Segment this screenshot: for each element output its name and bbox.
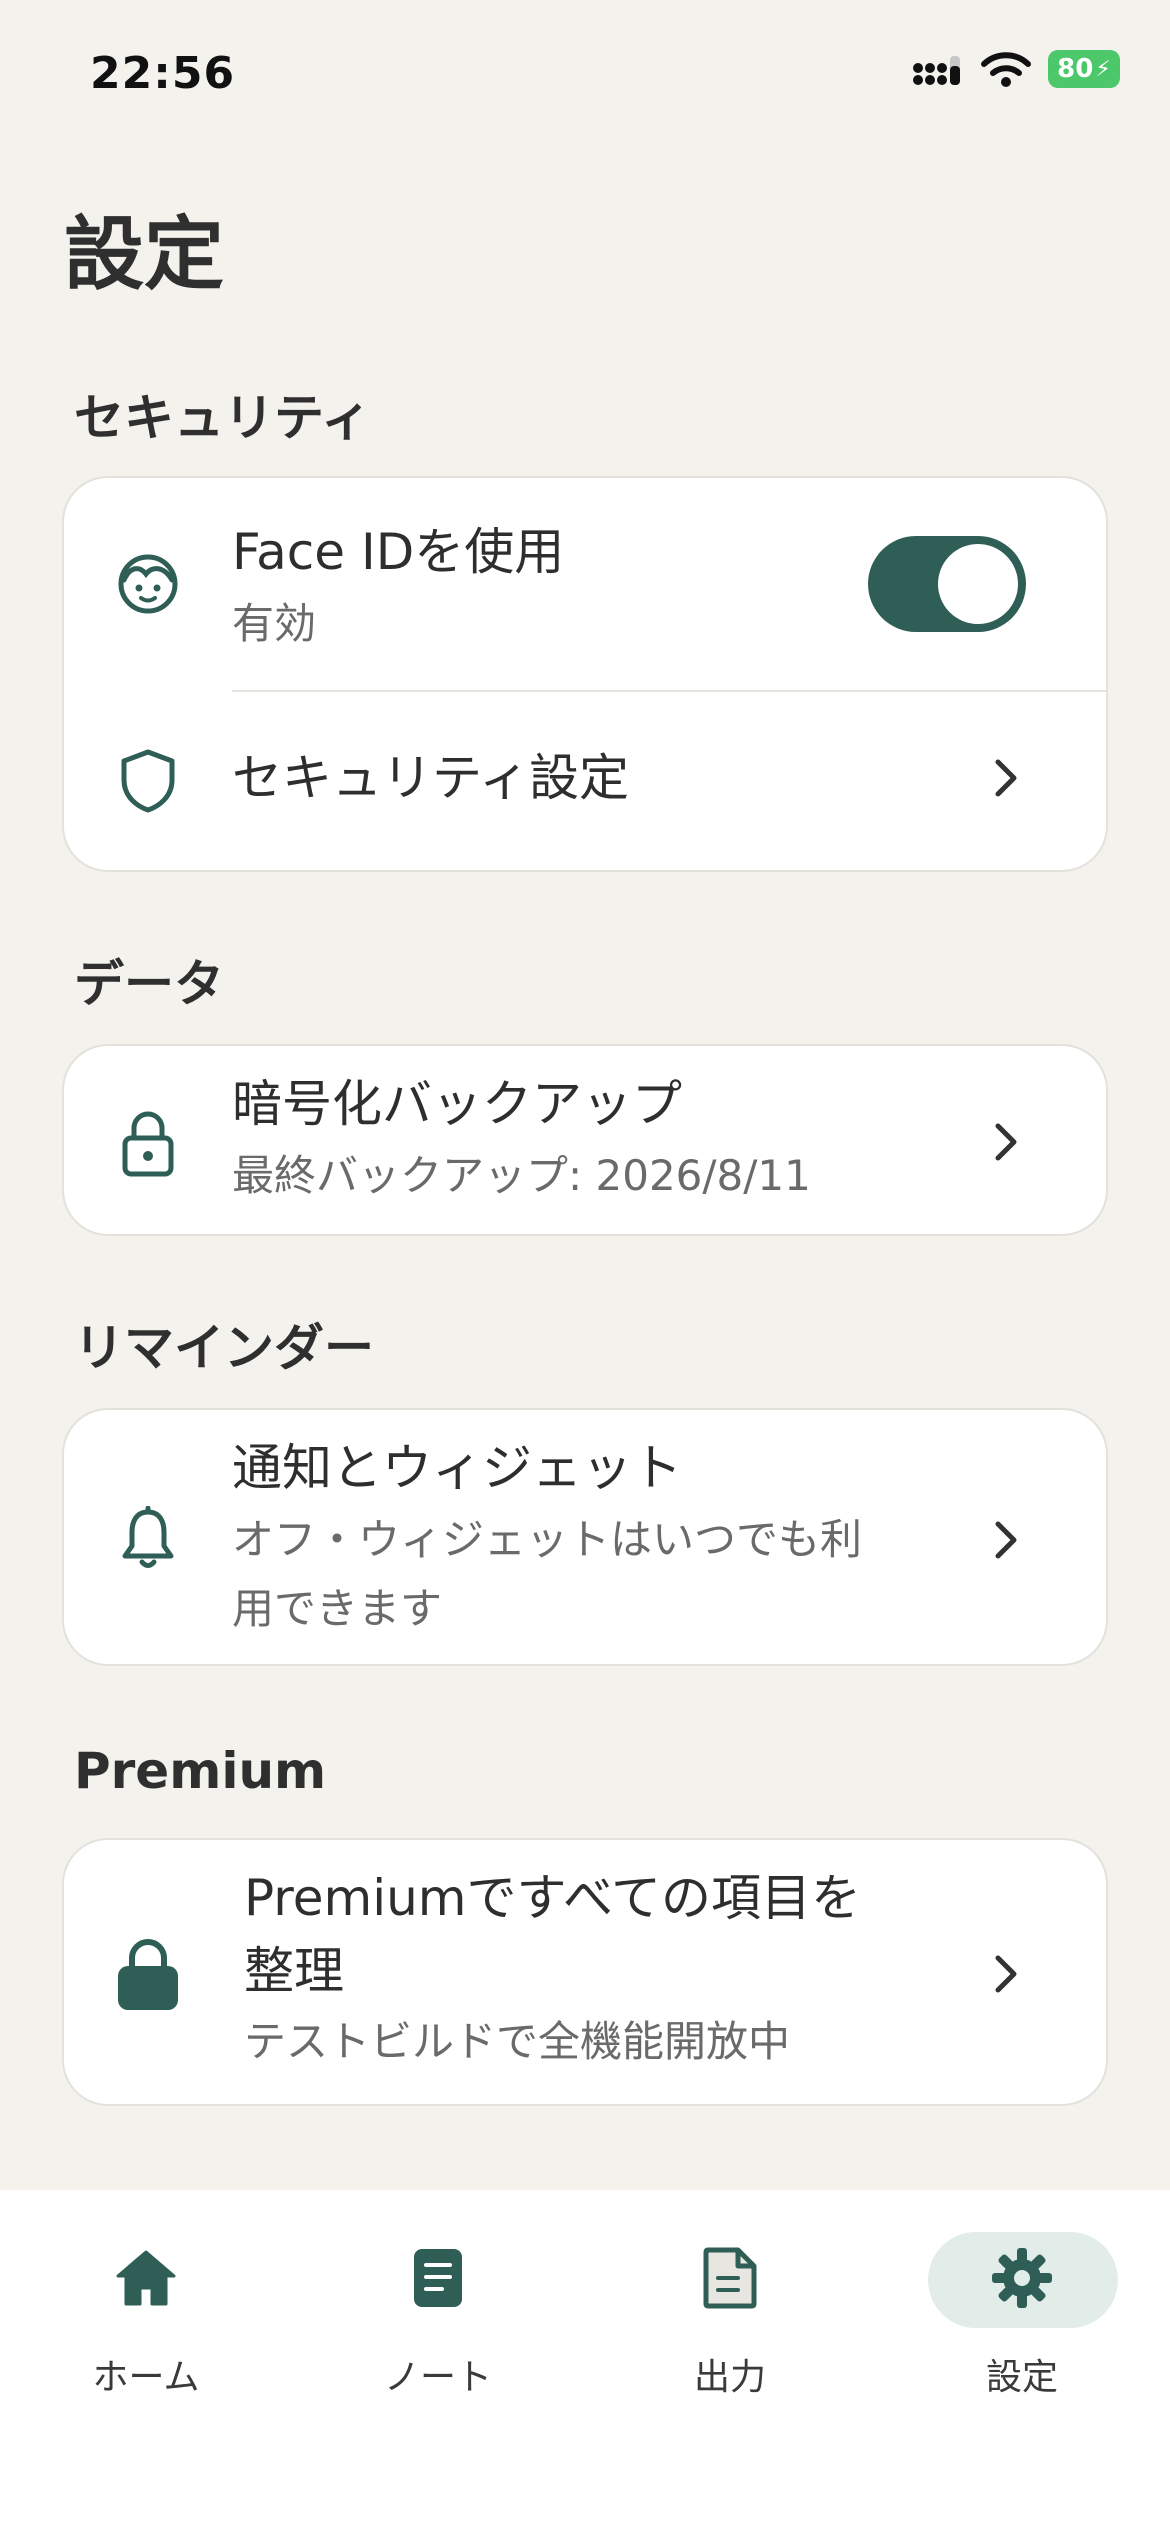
security-settings-title: セキュリティ設定 — [232, 749, 629, 807]
document-icon — [630, 2230, 830, 2326]
tab-notes[interactable]: ノート — [338, 2230, 538, 2400]
face-icon — [112, 552, 184, 616]
reminder-card: 通知とウィジェット オフ・ウィジェットはいつでも利 用できます — [62, 1408, 1108, 1666]
toggle-knob — [938, 544, 1018, 624]
face-id-row[interactable]: Face IDを使用 有効 — [64, 478, 1106, 692]
premium-subtitle: テストビルドで全機能開放中 — [244, 2017, 791, 2066]
notification-row[interactable]: 通知とウィジェット オフ・ウィジェットはいつでも利 用できます — [64, 1410, 1106, 1664]
security-settings-row[interactable]: セキュリティ設定 — [64, 692, 1106, 870]
notification-subtitle-line1: オフ・ウィジェットはいつでも利 — [232, 1514, 863, 1564]
shield-icon — [112, 748, 184, 814]
signal-icon — [913, 56, 960, 85]
battery-indicator: 80 ⚡ — [1048, 50, 1120, 88]
tab-home[interactable]: ホーム — [46, 2230, 246, 2400]
home-icon — [46, 2230, 246, 2326]
chevron-right-icon — [992, 1518, 1020, 1566]
face-id-title: Face IDを使用 — [232, 523, 565, 581]
face-id-status: 有効 — [232, 598, 317, 648]
face-id-toggle[interactable] — [868, 536, 1026, 632]
tab-settings-label: 設定 — [985, 2357, 1058, 2398]
page-title: 設定 — [64, 208, 224, 301]
tab-settings[interactable]: 設定 — [922, 2230, 1122, 2400]
lock-filled-icon — [112, 1936, 184, 2012]
battery-level: 80 — [1057, 54, 1094, 84]
premium-card: Premiumですべての項目を 整理 テストビルドで全機能開放中 — [62, 1838, 1108, 2106]
section-title-security: セキュリティ — [74, 389, 371, 447]
premium-title-line2: 整理 — [244, 1941, 344, 2000]
notification-subtitle-line2: 用できます — [232, 1583, 443, 1633]
status-time: 22:56 — [90, 48, 236, 99]
chevron-right-icon — [992, 756, 1020, 804]
tab-home-label: ホーム — [92, 2357, 200, 2398]
backup-title: 暗号化バックアップ — [232, 1075, 682, 1133]
section-title-data: データ — [74, 955, 224, 1013]
tab-export[interactable]: 出力 — [630, 2230, 830, 2400]
charging-icon: ⚡ — [1095, 56, 1111, 82]
chevron-right-icon — [992, 1952, 1020, 2000]
status-indicators: 80 ⚡ — [912, 50, 1120, 88]
gear-icon — [922, 2230, 1122, 2326]
lock-icon — [112, 1108, 184, 1178]
premium-row[interactable]: Premiumですべての項目を 整理 テストビルドで全機能開放中 — [64, 1840, 1106, 2104]
note-icon — [338, 2230, 538, 2326]
data-card: 暗号化バックアップ 最終バックアップ: 2026/8/11 — [62, 1044, 1108, 1236]
chevron-right-icon — [992, 1120, 1020, 1168]
backup-row[interactable]: 暗号化バックアップ 最終バックアップ: 2026/8/11 — [64, 1046, 1106, 1234]
premium-title-line1: Premiumですべての項目を — [244, 1869, 861, 1927]
bottom-tab-bar: ホーム ノート 出力 設定 — [0, 2190, 1170, 2532]
settings-screen: 22:56 80 ⚡ 設定 セキュリティ Face IDを使用 有効 セキュリテ… — [0, 0, 1170, 2532]
bell-icon — [112, 1506, 184, 1572]
section-title-premium: Premium — [74, 1742, 327, 1800]
tab-export-label: 出力 — [693, 2357, 766, 2398]
backup-last-date: 最終バックアップ: 2026/8/11 — [232, 1150, 811, 1200]
tab-notes-label: ノート — [383, 2357, 492, 2398]
wifi-icon — [981, 52, 1031, 87]
security-card: Face IDを使用 有効 セキュリティ設定 — [62, 476, 1108, 872]
notification-title: 通知とウィジェット — [232, 1439, 682, 1497]
section-title-reminder: リマインダー — [74, 1319, 374, 1377]
